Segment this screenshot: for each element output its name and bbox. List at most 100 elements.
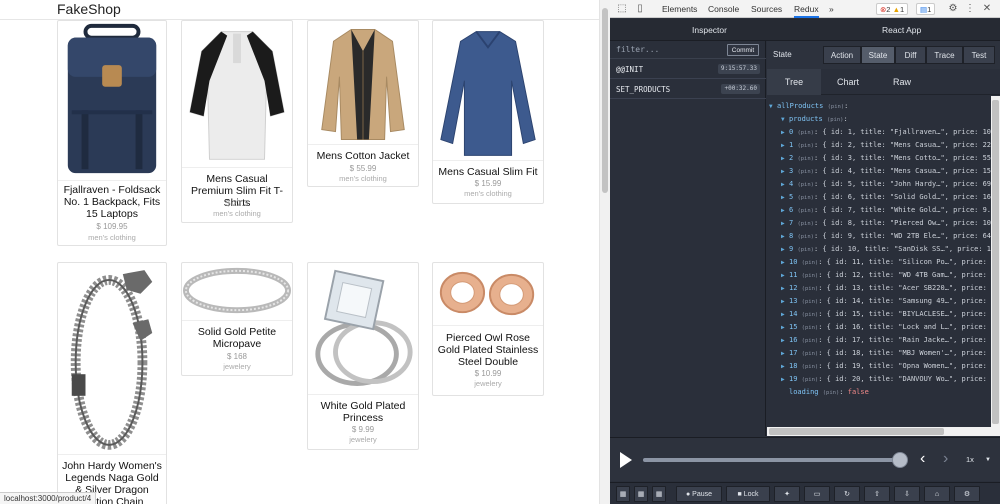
expand-arrow-icon[interactable]: ▶	[781, 308, 789, 321]
previous-step-icon[interactable]: ‹	[920, 450, 925, 468]
product-title[interactable]: Mens Casual Slim Fit	[437, 166, 539, 178]
product-card[interactable]: Solid Gold Petite Micropave $ 168 jewele…	[181, 262, 293, 376]
tree-node[interactable]: ▶ 13 (pin): { id: 14, title: "Samsung 49……	[767, 295, 987, 308]
tree-node[interactable]: ▶ 5 (pin): { id: 6, title: "Solid Gold…",…	[767, 191, 991, 204]
product-title[interactable]: Solid Gold Petite Micropave	[186, 326, 288, 350]
product-card[interactable]: Mens Casual Slim Fit $ 15.99 men's cloth…	[432, 20, 544, 204]
tree-node[interactable]: ▶ 0 (pin): { id: 1, title: "Fjallraven…",…	[767, 126, 991, 139]
pin-link[interactable]: (pin)	[797, 143, 814, 149]
pin-link[interactable]: (pin)	[823, 390, 840, 396]
pin-link[interactable]: (pin)	[797, 156, 814, 162]
next-step-icon[interactable]: ›	[943, 450, 948, 468]
pin-link[interactable]: (pin)	[802, 312, 819, 318]
import-icon[interactable]: ⇩	[894, 486, 920, 502]
expand-arrow-icon[interactable]: ▶	[781, 373, 789, 386]
product-card[interactable]: White Gold Plated Princess $ 9.99 jewele…	[307, 262, 419, 450]
expand-arrow-icon[interactable]: ▼	[781, 113, 789, 126]
pin-link[interactable]: (pin)	[797, 208, 814, 214]
expand-arrow-icon[interactable]: ▶	[781, 269, 789, 282]
tree-node[interactable]: loading (pin): false	[767, 386, 869, 399]
tree-node[interactable]: ▶ 11 (pin): { id: 12, title: "WD 4TB Gam……	[767, 269, 987, 282]
pin-link[interactable]: (pin)	[802, 351, 819, 357]
tree-node[interactable]: ▶ 1 (pin): { id: 2, title: "Mens Casua…",…	[767, 139, 991, 152]
shop-title[interactable]: FakeShop	[57, 0, 121, 18]
expand-arrow-icon[interactable]: ▶	[781, 126, 789, 139]
expand-arrow-icon[interactable]: ▶	[781, 191, 789, 204]
pin-link[interactable]: (pin)	[797, 169, 814, 175]
error-badge[interactable]: ⊗2 ▲1	[876, 3, 909, 15]
pin-link[interactable]: (pin)	[802, 286, 819, 292]
tree-node[interactable]: ▼ allProducts (pin):	[767, 100, 848, 113]
tree-node[interactable]: ▶ 16 (pin): { id: 17, title: "Rain Jacke……	[767, 334, 987, 347]
settings-icon[interactable]: ⚙	[954, 486, 980, 502]
expand-arrow-icon[interactable]: ▶	[781, 217, 789, 230]
keyboard-icon[interactable]: ▭	[804, 486, 830, 502]
jacket-image[interactable]	[308, 21, 418, 145]
tree-node[interactable]: ▶ 14 (pin): { id: 15, title: "BIYLACLESE……	[767, 308, 987, 321]
bottom-panel-icon[interactable]: ▦	[652, 486, 666, 502]
remote-icon[interactable]: ⌂	[924, 486, 950, 502]
expand-arrow-icon[interactable]: ▶	[781, 321, 789, 334]
tree-node[interactable]: ▶ 9 (pin): { id: 10, title: "SanDisk SS…"…	[767, 243, 991, 256]
product-card[interactable]: Mens Cotton Jacket $ 55.99 men's clothin…	[307, 20, 419, 187]
tree-horizontal-scrollbar[interactable]	[767, 427, 1000, 436]
bracelet-image[interactable]	[58, 263, 166, 455]
pin-link[interactable]: (pin)	[802, 273, 819, 279]
tree-node[interactable]: ▼ products (pin):	[767, 113, 848, 126]
export-icon[interactable]: ⇧	[864, 486, 890, 502]
pin-link[interactable]: (pin)	[802, 260, 819, 266]
close-icon[interactable]: ✕	[981, 3, 993, 15]
tree-node[interactable]: ▶ 12 (pin): { id: 13, title: "Acer SB220……	[767, 282, 987, 295]
action-tab-button[interactable]: Action	[823, 46, 861, 64]
gear-icon[interactable]: ⚙	[947, 3, 959, 15]
expand-arrow-icon[interactable]: ▶	[781, 204, 789, 217]
product-card[interactable]: Pierced Owl Rose Gold Plated Stainless S…	[432, 262, 544, 396]
pause-button[interactable]: ● Pause	[676, 486, 722, 502]
expand-arrow-icon[interactable]: ▶	[781, 230, 789, 243]
pin-link[interactable]: (pin)	[802, 299, 819, 305]
pin-link[interactable]: (pin)	[797, 221, 814, 227]
pin-link[interactable]: (pin)	[797, 234, 814, 240]
left-panel-icon[interactable]: ▦	[616, 486, 630, 502]
tree-node[interactable]: ▶ 7 (pin): { id: 8, title: "Pierced Ow…",…	[767, 217, 991, 230]
tshirt-image[interactable]	[182, 21, 292, 168]
tree-node[interactable]: ▶ 6 (pin): { id: 7, title: "White Gold…",…	[767, 204, 991, 217]
product-title[interactable]: White Gold Plated Princess	[312, 400, 414, 424]
test-tab-button[interactable]: Test	[963, 46, 995, 64]
reload-icon[interactable]: ↻	[834, 486, 860, 502]
diamond-ring-image[interactable]	[308, 263, 418, 395]
playback-speed-select[interactable]: 1x ▼	[962, 452, 994, 468]
slider-track[interactable]	[643, 458, 905, 462]
pin-link[interactable]: (pin)	[802, 377, 819, 383]
tree-node[interactable]: ▶ 10 (pin): { id: 11, title: "Silicon Po……	[767, 256, 987, 269]
page-scrollbar[interactable]	[599, 0, 610, 504]
plug-earrings-image[interactable]	[433, 263, 543, 326]
device-toolbar-icon[interactable]: ▯	[634, 3, 646, 15]
tree-node[interactable]: ▶ 2 (pin): { id: 3, title: "Mens Cotto…",…	[767, 152, 991, 165]
expand-arrow-icon[interactable]: ▶	[781, 282, 789, 295]
pin-link[interactable]: (pin)	[802, 364, 819, 370]
pin-icon[interactable]: ✦	[774, 486, 800, 502]
expand-arrow-icon[interactable]: ▶	[781, 139, 789, 152]
expand-arrow-icon[interactable]: ▶	[781, 334, 789, 347]
tree-node[interactable]: ▶ 17 (pin): { id: 18, title: "MBJ Women'……	[767, 347, 987, 360]
lock-button[interactable]: ■ Lock	[726, 486, 770, 502]
product-card[interactable]: Fjallraven - Foldsack No. 1 Backpack, Fi…	[57, 20, 167, 246]
backpack-image[interactable]	[58, 21, 166, 181]
right-panel-icon[interactable]: ▦	[634, 486, 648, 502]
product-title[interactable]: Mens Cotton Jacket	[312, 150, 414, 162]
pin-link[interactable]: (pin)	[828, 104, 845, 110]
product-title[interactable]: Pierced Owl Rose Gold Plated Stainless S…	[437, 332, 539, 368]
scrollbar-thumb[interactable]	[602, 8, 608, 193]
product-title[interactable]: Fjallraven - Foldsack No. 1 Backpack, Fi…	[62, 184, 162, 220]
expand-arrow-icon[interactable]: ▼	[769, 100, 777, 113]
ring-band-image[interactable]	[182, 263, 292, 321]
expand-arrow-icon[interactable]: ▶	[781, 152, 789, 165]
commit-button[interactable]: Commit	[727, 44, 759, 56]
filter-input[interactable]: filter...	[616, 45, 659, 54]
longsleeve-image[interactable]	[433, 21, 543, 161]
more-tabs-button[interactable]: »	[829, 0, 834, 18]
tree-node[interactable]: ▶ 15 (pin): { id: 16, title: "Lock and L……	[767, 321, 987, 334]
tab-tree[interactable]: Tree	[767, 69, 821, 95]
inspect-element-icon[interactable]: ⬚	[616, 3, 628, 15]
